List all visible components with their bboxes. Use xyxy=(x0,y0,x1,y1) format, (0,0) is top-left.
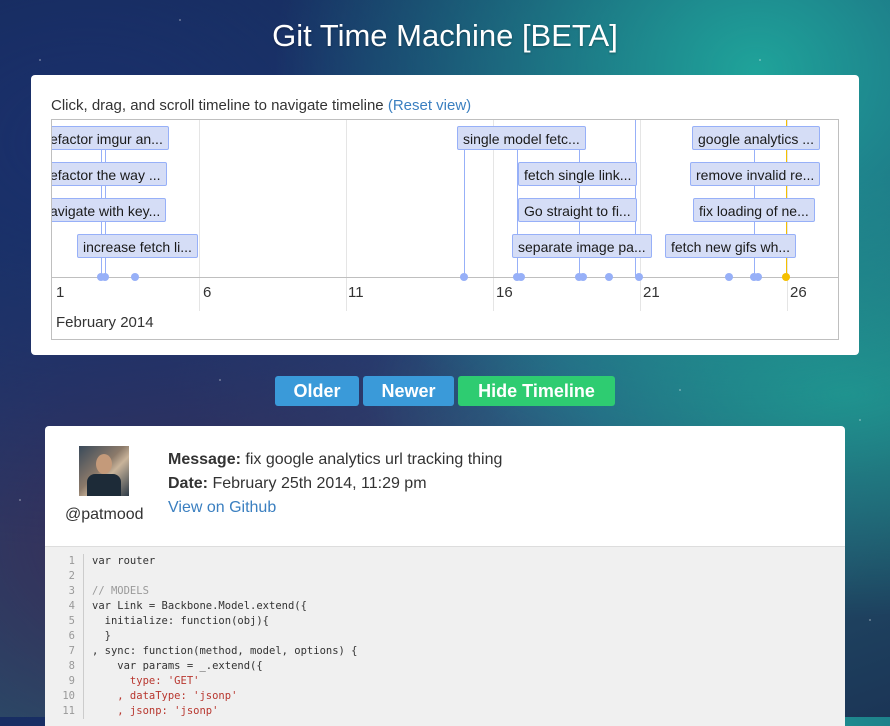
date-label: Date: xyxy=(168,475,209,492)
older-button[interactable]: Older xyxy=(275,376,359,406)
timeline-item[interactable]: single model fetc... xyxy=(457,126,586,150)
line-number: 7 xyxy=(45,644,84,659)
timeline-dot[interactable] xyxy=(635,273,643,281)
timeline-dot[interactable] xyxy=(605,273,613,281)
timeline-item[interactable]: separate image pa... xyxy=(512,234,652,258)
code-line: 7 , sync: function(method, model, options… xyxy=(45,644,358,659)
page-title: Git Time Machine [BETA] xyxy=(272,18,618,53)
timeline-item[interactable]: avigate with key... xyxy=(52,198,167,222)
view-on-github-link[interactable]: View on Github xyxy=(168,499,276,516)
code-line: 2 xyxy=(45,569,92,584)
avatar-face xyxy=(96,454,112,474)
commit-message-row: Message: fix google analytics url tracki… xyxy=(168,448,502,472)
timeline-item[interactable]: fetch new gifs wh... xyxy=(665,234,797,258)
line-number: 8 xyxy=(45,659,84,674)
timeline-dot[interactable] xyxy=(460,273,468,281)
timeline-stem xyxy=(464,144,465,277)
code-text: var params = _.extend({ xyxy=(92,660,263,672)
timeline-panel: Click, drag, and scroll timeline to navi… xyxy=(31,75,859,355)
line-number: 9 xyxy=(45,674,84,689)
timeline-dot[interactable] xyxy=(101,273,109,281)
line-number: 1 xyxy=(45,554,84,569)
code-text: , dataType: 'jsonp' xyxy=(92,690,238,702)
code-line: 6 } xyxy=(45,629,111,644)
timeline-instructions: Click, drag, and scroll timeline to navi… xyxy=(51,97,471,114)
code-text: } xyxy=(92,630,111,642)
code-text: , jsonp: 'jsonp' xyxy=(92,705,219,717)
username: @patmood xyxy=(65,506,144,523)
timeline-dot-active[interactable] xyxy=(782,273,790,281)
commit-meta: Message: fix google analytics url tracki… xyxy=(168,448,502,520)
newer-button[interactable]: Newer xyxy=(363,376,454,406)
timeline-canvas[interactable]: efactor imgur an... efactor the way ... … xyxy=(51,119,839,340)
grid-line xyxy=(199,120,200,311)
code-line: 4 var Link = Backbone.Model.extend({ xyxy=(45,599,307,614)
timeline-item[interactable]: increase fetch li... xyxy=(77,234,198,258)
timeline-axis xyxy=(52,277,838,278)
line-number: 10 xyxy=(45,689,84,704)
navigation-buttons: Older Newer Hide Timeline xyxy=(0,376,890,406)
tick-label: 26 xyxy=(790,284,807,301)
code-line: 5 initialize: function(obj){ xyxy=(45,614,269,629)
code-text: initialize: function(obj){ xyxy=(92,615,270,627)
timeline-item[interactable]: fix loading of ne... xyxy=(693,198,815,222)
timeline-item[interactable]: remove invalid re... xyxy=(690,162,821,186)
code-line: 9 type: 'GET' xyxy=(45,674,199,689)
timeline-item[interactable]: fetch single link... xyxy=(518,162,638,186)
tick-label: 11 xyxy=(348,284,364,301)
commit-date: February 25th 2014, 11:29 pm xyxy=(212,475,427,492)
code-text: , sync: function(method, model, options)… xyxy=(92,645,358,657)
code-line: 10 , dataType: 'jsonp' xyxy=(45,689,237,704)
code-line: 1 var router xyxy=(45,554,155,569)
tick-label: 1 xyxy=(56,284,65,301)
code-text: var Link = Backbone.Model.extend({ xyxy=(92,600,307,612)
grid-line xyxy=(640,120,641,311)
grid-line xyxy=(346,120,347,311)
timeline-dot[interactable] xyxy=(754,273,762,281)
line-number: 5 xyxy=(45,614,84,629)
github-link-row: View on Github xyxy=(168,496,502,520)
code-viewer: 1 var router 2 3 // MODELS 4 var Link = Bac… xyxy=(45,546,845,726)
line-number: 4 xyxy=(45,599,84,614)
code-text: var router xyxy=(92,555,156,567)
code-text: // MODELS xyxy=(92,585,149,597)
code-line: 3 // MODELS xyxy=(45,584,149,599)
timeline-item[interactable]: Go straight to fi... xyxy=(518,198,637,222)
message-label: Message: xyxy=(168,451,241,468)
line-number: 3 xyxy=(45,584,84,599)
avatar-shirt xyxy=(87,474,121,496)
timeline-dot[interactable] xyxy=(725,273,733,281)
commit-message: fix google analytics url tracking thing xyxy=(245,451,503,468)
timeline-item[interactable]: efactor the way ... xyxy=(52,162,167,186)
avatar xyxy=(79,446,129,496)
timeline-dot[interactable] xyxy=(579,273,587,281)
line-number: 6 xyxy=(45,629,84,644)
commit-date-row: Date: February 25th 2014, 11:29 pm xyxy=(168,472,502,496)
timeline-dot[interactable] xyxy=(131,273,139,281)
tick-label: 16 xyxy=(496,284,513,301)
code-text: type: 'GET' xyxy=(92,675,200,687)
timeline-item[interactable]: efactor imgur an... xyxy=(52,126,169,150)
tick-label: 21 xyxy=(643,284,660,301)
timeline-item[interactable]: google analytics ... xyxy=(692,126,820,150)
line-number: 2 xyxy=(45,569,84,584)
month-label: February 2014 xyxy=(56,314,154,331)
commit-panel: @patmood Message: fix google analytics u… xyxy=(45,426,845,726)
timeline-dot[interactable] xyxy=(517,273,525,281)
code-line: 8 var params = _.extend({ xyxy=(45,659,263,674)
tick-label: 6 xyxy=(203,284,212,301)
reset-view-link[interactable]: (Reset view) xyxy=(388,97,471,114)
hide-timeline-button[interactable]: Hide Timeline xyxy=(458,376,615,406)
instructions-text: Click, drag, and scroll timeline to navi… xyxy=(51,97,384,114)
